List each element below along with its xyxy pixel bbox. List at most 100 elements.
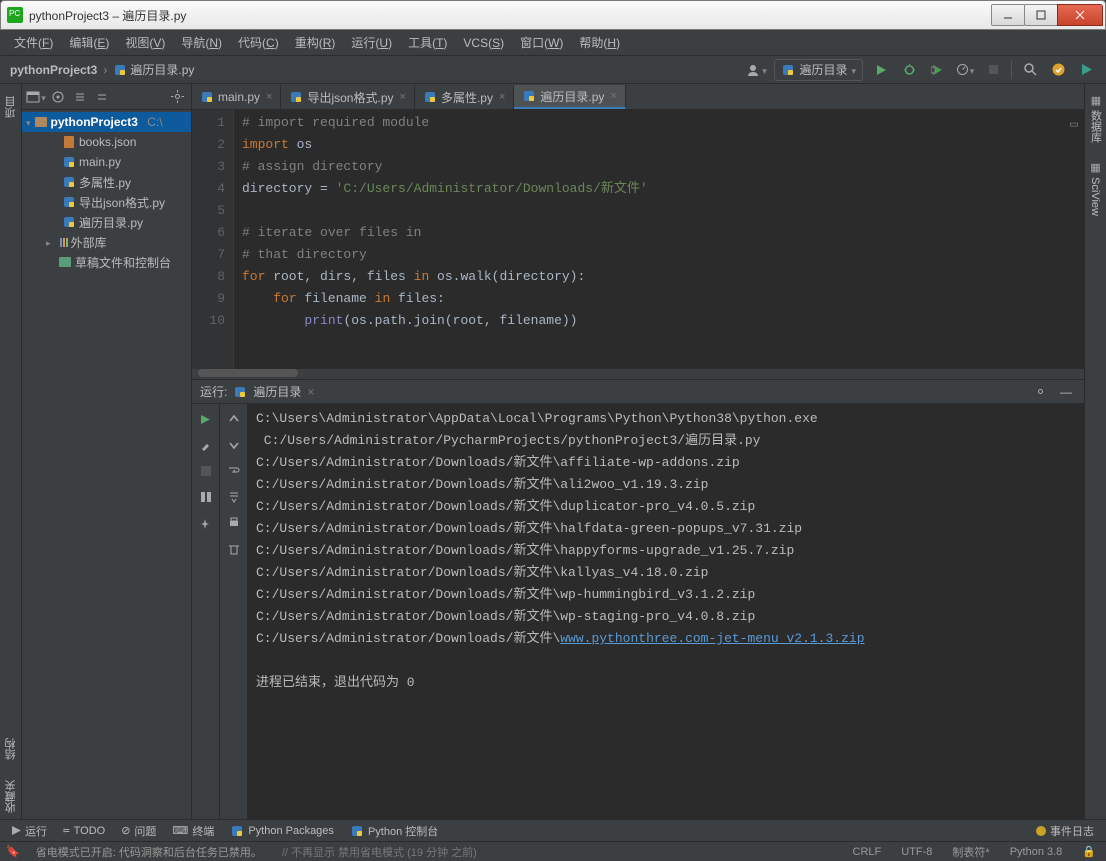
sciview-tool-tab[interactable]: ▦ SciView	[1089, 157, 1102, 220]
bookmark-icon[interactable]: 🔖	[6, 845, 20, 858]
tree-file-main-py[interactable]: main.py	[22, 152, 191, 172]
collapse-all-icon[interactable]	[92, 87, 112, 107]
tree-file-books-json[interactable]: books.json	[22, 132, 191, 152]
run-button[interactable]	[868, 59, 894, 81]
favorites-tool-tab[interactable]: 收藏夹	[3, 774, 19, 819]
tree-external-libs[interactable]: 外部库	[22, 232, 191, 252]
problems-tool-button[interactable]: ⊘问题	[115, 821, 162, 841]
gutter: 12345678910	[192, 110, 234, 369]
horizontal-scrollbar[interactable]	[192, 369, 1084, 379]
tree-file-traverse-py[interactable]: 遍历目录.py	[22, 212, 191, 232]
menu-视图V[interactable]: 视图(V)	[117, 31, 173, 54]
close-icon[interactable]: ×	[266, 91, 272, 103]
python-packages-button[interactable]: Python Packages	[224, 822, 340, 840]
menu-文件F[interactable]: 文件(F)	[6, 31, 61, 54]
console-clear-icon[interactable]	[223, 538, 245, 560]
minimize-button[interactable]	[991, 4, 1025, 26]
tab-导出json格式.py[interactable]: 导出json格式.py×	[281, 85, 414, 109]
event-log-button[interactable]: 事件日志	[1030, 821, 1100, 841]
console-scrollend-icon[interactable]	[223, 486, 245, 508]
menu-导航N[interactable]: 导航(N)	[173, 31, 230, 54]
lock-icon[interactable]: 🔒	[1078, 845, 1100, 858]
console-stop-icon[interactable]	[195, 460, 217, 482]
console-rerun-icon[interactable]	[195, 408, 217, 430]
status-links[interactable]: // 不再显示 禁用省电模式 (19 分钟 之前)	[278, 844, 481, 860]
tab-多属性.py[interactable]: 多属性.py×	[415, 85, 514, 109]
run-config-selector[interactable]: 遍历目录	[774, 59, 863, 81]
tree-file-exportjson-py[interactable]: 导出json格式.py	[22, 192, 191, 212]
editor[interactable]: 12345678910 # import required moduleimpo…	[192, 110, 1084, 369]
window-title: pythonProject3 – 遍历目录.py	[29, 7, 992, 24]
indent[interactable]: 制表符*	[948, 844, 993, 860]
project-tool-tab[interactable]: 项目	[3, 90, 19, 124]
console-pin-icon[interactable]	[195, 512, 217, 534]
editor-area: main.py×导出json格式.py×多属性.py×遍历目录.py× 1234…	[192, 84, 1084, 819]
run-tool-button[interactable]: 运行	[6, 821, 53, 841]
status-message: 省电模式已开启: 代码洞察和后台任务已禁用。	[32, 844, 266, 860]
interpreter[interactable]: Python 3.8	[1006, 846, 1067, 858]
close-button[interactable]	[1057, 4, 1103, 26]
tree-root[interactable]: pythonProject3 C:\	[22, 112, 191, 132]
encoding[interactable]: UTF-8	[897, 846, 936, 858]
left-rail: 项目 结构 收藏夹	[0, 84, 22, 819]
console-left-toolbar	[192, 404, 220, 819]
console-print-icon[interactable]	[223, 512, 245, 534]
locate-icon[interactable]	[48, 87, 68, 107]
python-console-button[interactable]: Python 控制台	[344, 821, 444, 841]
update-button[interactable]	[1045, 59, 1071, 81]
stop-button[interactable]	[980, 59, 1006, 81]
console-header-label: 运行:	[200, 383, 227, 400]
console-wrench-icon[interactable]	[195, 434, 217, 456]
menu-运行U[interactable]: 运行(U)	[343, 31, 400, 54]
console-link[interactable]: www.pythonthree.com-jet-menu_v2.1.3.zip	[560, 631, 864, 646]
menu-VCSS[interactable]: VCS(S)	[455, 33, 512, 53]
menu-代码C[interactable]: 代码(C)	[230, 31, 287, 54]
right-rail: ▦ 数据库 ▦ SciView	[1084, 84, 1106, 819]
close-icon[interactable]: ×	[400, 91, 406, 103]
menu-工具T[interactable]: 工具(T)	[400, 31, 455, 54]
reader-mode-icon[interactable]: ▭	[1070, 114, 1078, 136]
window-titlebar: pythonProject3 – 遍历目录.py	[0, 0, 1106, 30]
close-icon[interactable]: ×	[499, 91, 505, 103]
coverage-button[interactable]	[924, 59, 950, 81]
console-layout-icon[interactable]	[195, 486, 217, 508]
database-tool-tab[interactable]: ▦ 数据库	[1088, 90, 1104, 147]
project-tree[interactable]: pythonProject3 C:\ books.json main.py 多属…	[22, 110, 191, 819]
console-settings-gear-icon[interactable]	[1030, 382, 1050, 402]
console-down-icon[interactable]	[223, 434, 245, 456]
breadcrumb-separator-icon	[103, 63, 107, 77]
debug-button[interactable]	[896, 59, 922, 81]
breadcrumb-file[interactable]: 遍历目录.py	[109, 59, 198, 80]
console-tab-label[interactable]: 遍历目录	[253, 383, 301, 400]
console-up-icon[interactable]	[223, 408, 245, 430]
todo-tool-button[interactable]: ≔TODO	[57, 822, 111, 839]
console-left-toolbar2	[220, 404, 248, 819]
tab-main.py[interactable]: main.py×	[192, 85, 281, 109]
structure-tool-tab[interactable]: 结构	[3, 732, 19, 766]
console-output[interactable]: C:\Users\Administrator\AppData\Local\Pro…	[248, 404, 1084, 819]
tree-scratches[interactable]: 草稿文件和控制台	[22, 252, 191, 272]
breadcrumb-project[interactable]: pythonProject3	[6, 61, 101, 79]
console-hide-icon[interactable]: —	[1056, 382, 1076, 402]
tab-遍历目录.py[interactable]: 遍历目录.py×	[514, 85, 625, 109]
menu-窗口W[interactable]: 窗口(W)	[512, 31, 571, 54]
menu-帮助H[interactable]: 帮助(H)	[571, 31, 628, 54]
ide-features-button[interactable]	[1073, 59, 1099, 81]
tree-file-multiattr-py[interactable]: 多属性.py	[22, 172, 191, 192]
console-header: 运行: 遍历目录 × —	[192, 380, 1084, 404]
console-softwrap-icon[interactable]	[223, 460, 245, 482]
profile-button[interactable]	[952, 59, 978, 81]
terminal-tool-button[interactable]: ⌨终端	[166, 821, 220, 841]
menu-重构R[interactable]: 重构(R)	[287, 31, 344, 54]
expand-all-icon[interactable]	[70, 87, 90, 107]
project-select-icon[interactable]	[26, 87, 46, 107]
code-content[interactable]: # import required moduleimport os# assig…	[234, 110, 1084, 369]
user-icon[interactable]	[743, 59, 769, 81]
menu-编辑E[interactable]: 编辑(E)	[61, 31, 117, 54]
search-everywhere-button[interactable]	[1017, 59, 1043, 81]
settings-gear-icon[interactable]	[167, 87, 187, 107]
line-separator[interactable]: CRLF	[849, 846, 886, 858]
maximize-button[interactable]	[1024, 4, 1058, 26]
close-icon[interactable]: ×	[610, 90, 616, 102]
menubar: 文件(F)编辑(E)视图(V)导航(N)代码(C)重构(R)运行(U)工具(T)…	[0, 30, 1106, 56]
